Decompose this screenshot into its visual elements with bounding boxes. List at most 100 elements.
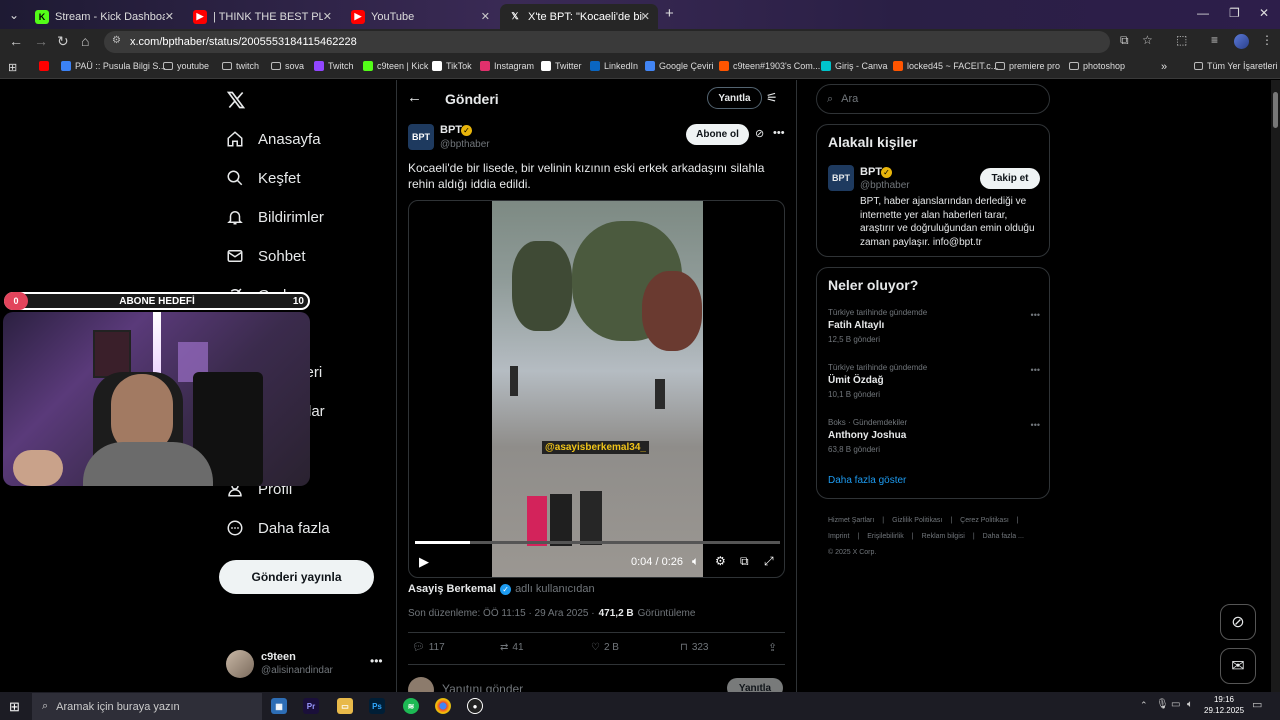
messages-fab[interactable]: ✉ [1220,648,1256,684]
play-icon[interactable]: ▶ [419,554,429,570]
site-info-icon[interactable]: ⚙ [112,35,121,46]
picture-in-picture-icon[interactable]: ⧉ [740,554,749,569]
footer-link[interactable]: Erişilebilirlik [867,529,904,545]
fullscreen-icon[interactable]: ⤢ [764,554,774,569]
sidebar-item-explore[interactable]: Keşfet [226,169,301,187]
bookmark-item[interactable]: LinkedIn [590,61,638,71]
edited-timestamp[interactable]: Son düzenleme: ÖÖ 11:15 · 29 Ara 2025 · [408,608,595,619]
sidebar-item-communities[interactable]: lar [308,403,325,420]
bookmark-item[interactable]: Giriş - Canva [821,61,888,71]
grok-fab[interactable]: ⊘ [1220,604,1256,640]
bookmark-item[interactable]: locked45 ~ FACEIT.c... [893,61,998,71]
avatar[interactable] [1234,34,1249,49]
bookmark-item[interactable]: Twitch [314,61,354,71]
taskbar-clock[interactable]: 19:16 29.12.2025 [1204,694,1244,716]
footer-link[interactable]: Daha fazla ... [983,529,1024,545]
bookmark-item[interactable]: premiere pro [995,61,1060,71]
extensions-icon[interactable]: ⬚ [1176,33,1187,47]
obs-app-icon[interactable]: ● [467,698,483,714]
taskbar-search-input[interactable]: ⌕ Aramak için buraya yazın [32,693,262,720]
file-explorer-app-icon[interactable]: ▭ [337,698,353,714]
footer-link[interactable]: Reklam bilgisi [922,529,965,545]
page-scrollbar[interactable] [1271,80,1280,692]
close-icon[interactable]: ✕ [641,10,650,23]
account-switcher[interactable]: c9teen @alisinandindar ••• [226,648,386,682]
bookmark-item[interactable]: twitch [222,61,259,71]
browser-tab-x-active[interactable]: 𝕏 X'te BPT: "Kocaeli'de bir lisede ✕ [500,4,658,29]
tab-search-chevron-icon[interactable]: ⌄ [9,8,19,22]
tray-chevron-icon[interactable]: ⌃ [1140,700,1148,711]
more-dots-icon[interactable]: ••• [1031,365,1040,375]
premiere-pro-app-icon[interactable]: Pr [303,698,319,714]
more-dots-icon[interactable]: ••• [1031,310,1040,320]
close-icon[interactable]: ✕ [165,10,174,23]
reply-action[interactable]: 💬︎ 117 [412,642,445,653]
like-action[interactable]: ♡ 2 B [591,642,619,653]
repost-action[interactable]: ⇄ 41 [500,642,524,653]
bookmark-item[interactable]: Twitter [541,61,582,71]
close-icon[interactable]: ✕ [481,10,490,23]
network-icon[interactable]: ▭ [1171,699,1180,710]
bookmark-item[interactable]: PAÜ :: Pusula Bilgi S... [61,61,166,71]
notification-center-icon[interactable]: ▭ [1252,698,1262,711]
photoshop-app-icon[interactable]: Ps [369,698,385,714]
calculator-app-icon[interactable]: ▦ [271,698,287,714]
spotify-app-icon[interactable]: ≋ [403,698,419,714]
share-icon[interactable]: ⇪ [768,641,777,654]
bookmark-item[interactable]: photoshop [1069,61,1125,71]
footer-link[interactable]: Hizmet Şartları [828,513,874,529]
follow-button[interactable]: Takip et [980,168,1040,189]
sidebar-item-notifications[interactable]: Bildirimler [226,208,324,226]
media-controls-icon[interactable]: ≡ [1211,33,1218,47]
more-dots-icon[interactable]: ••• [1031,420,1040,430]
bookmark-item[interactable]: Google Çeviri [645,61,714,71]
chevron-right-icon[interactable]: » [1161,61,1167,73]
bookmark-item[interactable]: Instagram [480,61,534,71]
microphone-icon[interactable]: 🎙︎ [1156,699,1169,710]
author-avatar-logo[interactable]: BPT [408,124,434,150]
bookmark-item[interactable]: c9teen | Kick [363,61,428,71]
footer-link[interactable]: Çerez Politikası [960,513,1009,529]
author-name[interactable]: BPT [440,124,462,136]
window-close-icon[interactable]: ✕ [1259,6,1269,20]
more-dots-icon[interactable]: ••• [773,127,785,139]
browser-tab-youtube[interactable]: ▶ YouTube ✕ [343,4,498,29]
back-arrow-icon[interactable]: ← [9,33,23,49]
settings-gear-icon[interactable]: ⚙ [715,554,726,568]
sidebar-item-more[interactable]: Daha fazla [226,519,330,537]
sidebar-item-chat[interactable]: Sohbet [226,247,306,265]
post-button[interactable]: Gönderi yayınla [219,560,374,594]
minimize-icon[interactable]: — [1197,6,1209,20]
footer-link[interactable]: Imprint [828,529,849,545]
avatar[interactable]: BPT [828,165,854,191]
trend-item[interactable]: Boks · Gündemdekiler Anthony Joshua 63,8… [828,418,1040,454]
new-tab-plus-icon[interactable]: + [665,5,674,22]
forward-arrow-icon[interactable]: → [34,33,48,49]
related-name[interactable]: BPT [860,166,882,178]
bookmark-item[interactable]: sova [271,61,304,71]
sliders-icon[interactable]: ⚟ [766,90,778,106]
scrollbar-thumb[interactable] [1273,92,1278,128]
speaker-icon[interactable]: 🔈︎ [1187,699,1193,710]
sidebar-item-home[interactable]: Anasayfa [226,130,321,148]
credit-user[interactable]: Asayiş Berkemal [408,583,496,595]
back-arrow-icon[interactable]: ← [407,89,422,106]
footer-link[interactable]: Gizlilik Politikası [892,513,942,529]
bookmark-item[interactable]: c9teen#1903's Com... [719,61,820,71]
trend-item[interactable]: Türkiye tarihinde gündemde Ümit Özdağ 10… [828,363,1040,399]
bookmark-item[interactable]: TikTok [432,61,472,71]
x-logo-icon[interactable] [226,90,246,110]
subscribe-button[interactable]: Abone ol [686,124,749,145]
apps-grid-icon[interactable]: ⊞ [8,61,17,74]
browser-tab-youtube-video[interactable]: ▶ | THINK THE BEST PLAYER IS 👑 ✕ [185,4,340,29]
chrome-app-icon[interactable] [435,698,451,714]
trend-item[interactable]: Türkiye tarihinde gündemde Fatih Altaylı… [828,308,1040,344]
home-icon[interactable]: ⌂ [81,33,89,49]
bookmark-item[interactable]: youtube [163,61,209,71]
bookmark-item[interactable] [39,61,49,71]
browser-tab-kick[interactable]: K Stream - Kick Dashboard - ✕ [27,4,182,29]
grok-icon[interactable]: ⊘ [755,127,764,140]
search-input[interactable]: ⌕ Ara [816,84,1050,114]
volume-icon[interactable]: 🔈︎ [692,554,699,569]
reply-sort-button[interactable]: Yanıtla [707,87,762,109]
